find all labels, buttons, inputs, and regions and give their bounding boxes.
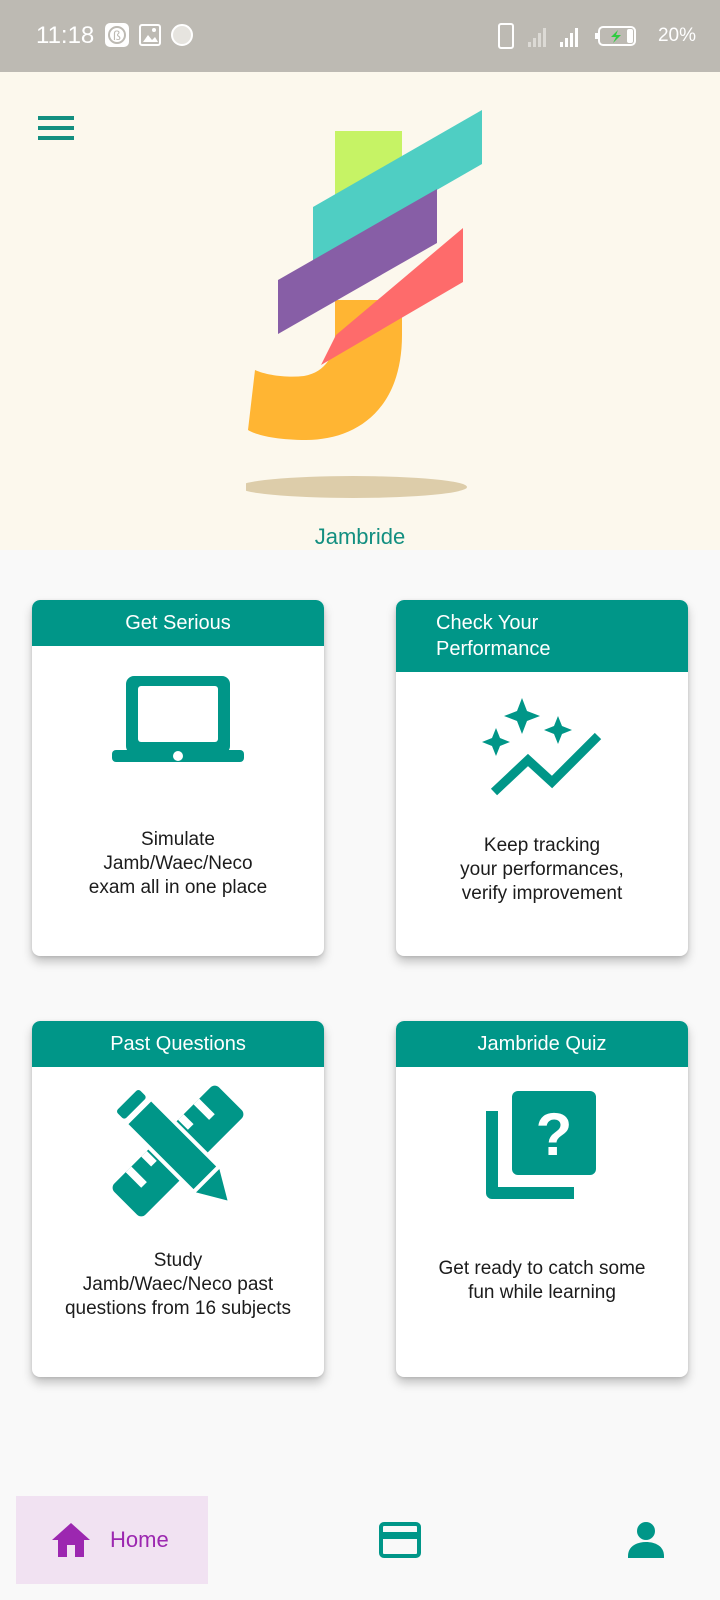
card-description: Simulate Jamb/Waec/Neco exam all in one …	[88, 829, 268, 898]
jambride-logo	[246, 110, 482, 498]
card-description: Study Jamb/Waec/Neco past questions from…	[64, 1250, 291, 1319]
card-description: Keep tracking your performances, verify …	[460, 835, 624, 904]
card-check-performance[interactable]: Check Your Performance Keep tracking you…	[396, 600, 688, 956]
svg-text:ß: ß	[113, 28, 121, 43]
nav-home-label: Home	[110, 1527, 169, 1552]
bottom-navigation: Home	[0, 1480, 720, 1600]
header-banner: Jambride	[0, 72, 720, 550]
status-time: 11:18	[36, 22, 95, 49]
card-title: Get Serious	[32, 600, 324, 646]
card-jambride-quiz[interactable]: Jambride Quiz ? Get ready to catch some …	[396, 1021, 688, 1377]
signal-icon	[526, 22, 588, 55]
person-icon	[628, 1522, 664, 1558]
battery-percent: 20%	[657, 25, 696, 46]
app-name: Jambride	[314, 524, 406, 549]
card-description: Get ready to catch some fun while learni…	[438, 1258, 646, 1303]
b-badge-icon: ß	[104, 22, 130, 53]
home-icon	[50, 1521, 92, 1559]
nav-card[interactable]	[378, 1520, 422, 1565]
card-get-serious[interactable]: Get Serious Simulate Jamb/Waec/Neco exam…	[32, 600, 324, 956]
card-title: Jambride Quiz	[396, 1021, 688, 1067]
card-past-questions[interactable]: Past Questions Study Jamb/Waec/Neco past…	[32, 1021, 324, 1377]
svg-text:?: ?	[536, 1101, 573, 1168]
battery-charging-icon	[594, 22, 640, 55]
card-icon	[379, 1522, 421, 1558]
menu-icon	[38, 116, 74, 140]
phone-icon	[496, 22, 516, 55]
menu-button[interactable]	[36, 112, 76, 144]
nav-profile[interactable]	[628, 1520, 664, 1565]
status-bar: 11:18 ß 20%	[0, 0, 720, 72]
pencil-ruler-icon	[32, 1085, 324, 1217]
nav-home[interactable]: Home	[16, 1496, 208, 1584]
image-icon	[138, 22, 162, 53]
quiz-icon: ?	[396, 1089, 688, 1201]
laptop-icon	[32, 672, 324, 768]
circle-icon	[170, 22, 194, 53]
card-title: Check Your Performance	[396, 600, 688, 672]
card-title: Past Questions	[32, 1021, 324, 1067]
auto-graph-icon	[396, 696, 688, 800]
